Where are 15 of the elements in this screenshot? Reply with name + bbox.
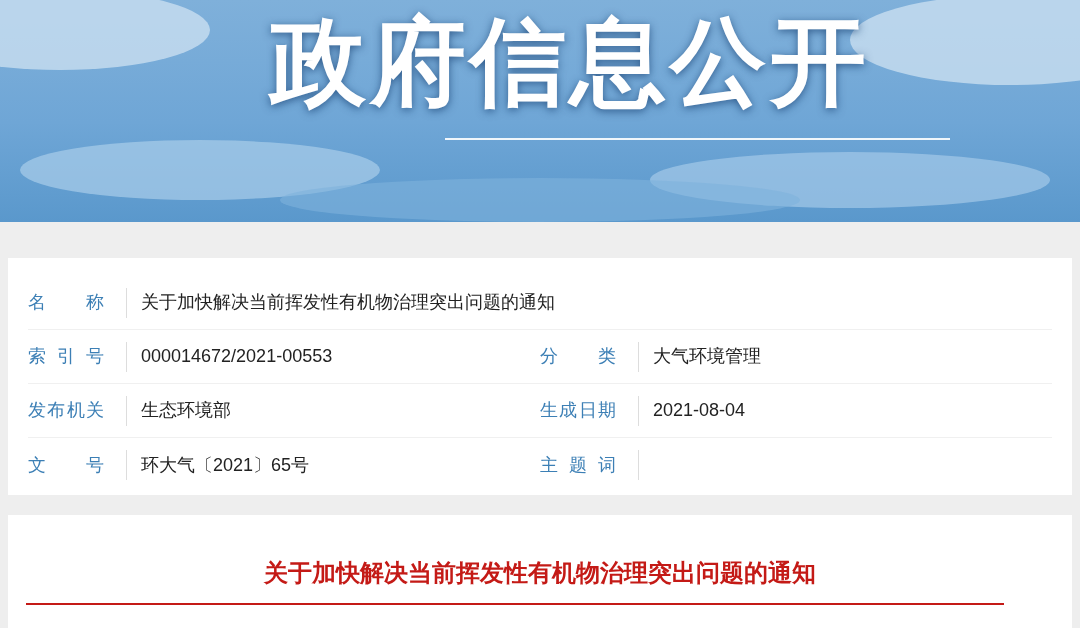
field-value: 关于加快解决当前挥发性有机物治理突出问题的通知 <box>141 291 555 314</box>
article-title: 关于加快解决当前挥发性有机物治理突出问题的通知 <box>264 558 816 588</box>
field-label: 文号 <box>28 453 104 477</box>
field-value: 环大气〔2021〕65号 <box>141 453 310 477</box>
field-label: 索引号 <box>28 345 104 368</box>
field-value: 000014672/2021-00553 <box>141 345 333 368</box>
field-label: 名称 <box>28 291 104 314</box>
field-label: 生成日期 <box>540 399 616 422</box>
field-value: 大气环境管理 <box>653 345 761 368</box>
field-label: 分类 <box>540 345 616 368</box>
banner-title: 政府信息公开 <box>270 7 870 117</box>
field-value: 2021-08-04 <box>653 399 746 422</box>
field-label: 主题词 <box>540 453 616 477</box>
field-value: 生态环境部 <box>141 399 231 422</box>
field-label: 发布机关 <box>28 399 104 422</box>
